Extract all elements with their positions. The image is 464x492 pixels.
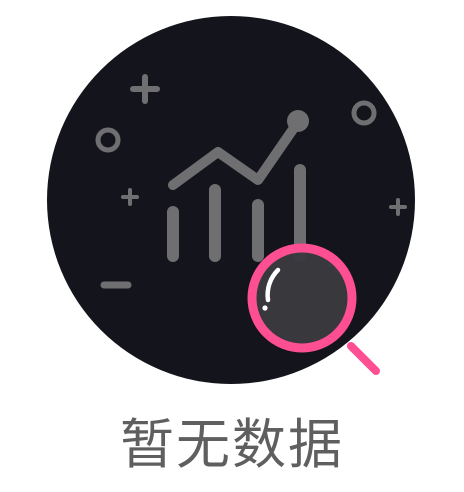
empty-data-illustration [47, 16, 415, 384]
empty-state: 暂无数据 [0, 0, 464, 492]
empty-state-message: 暂无数据 [120, 413, 344, 476]
background-circle [47, 16, 415, 384]
